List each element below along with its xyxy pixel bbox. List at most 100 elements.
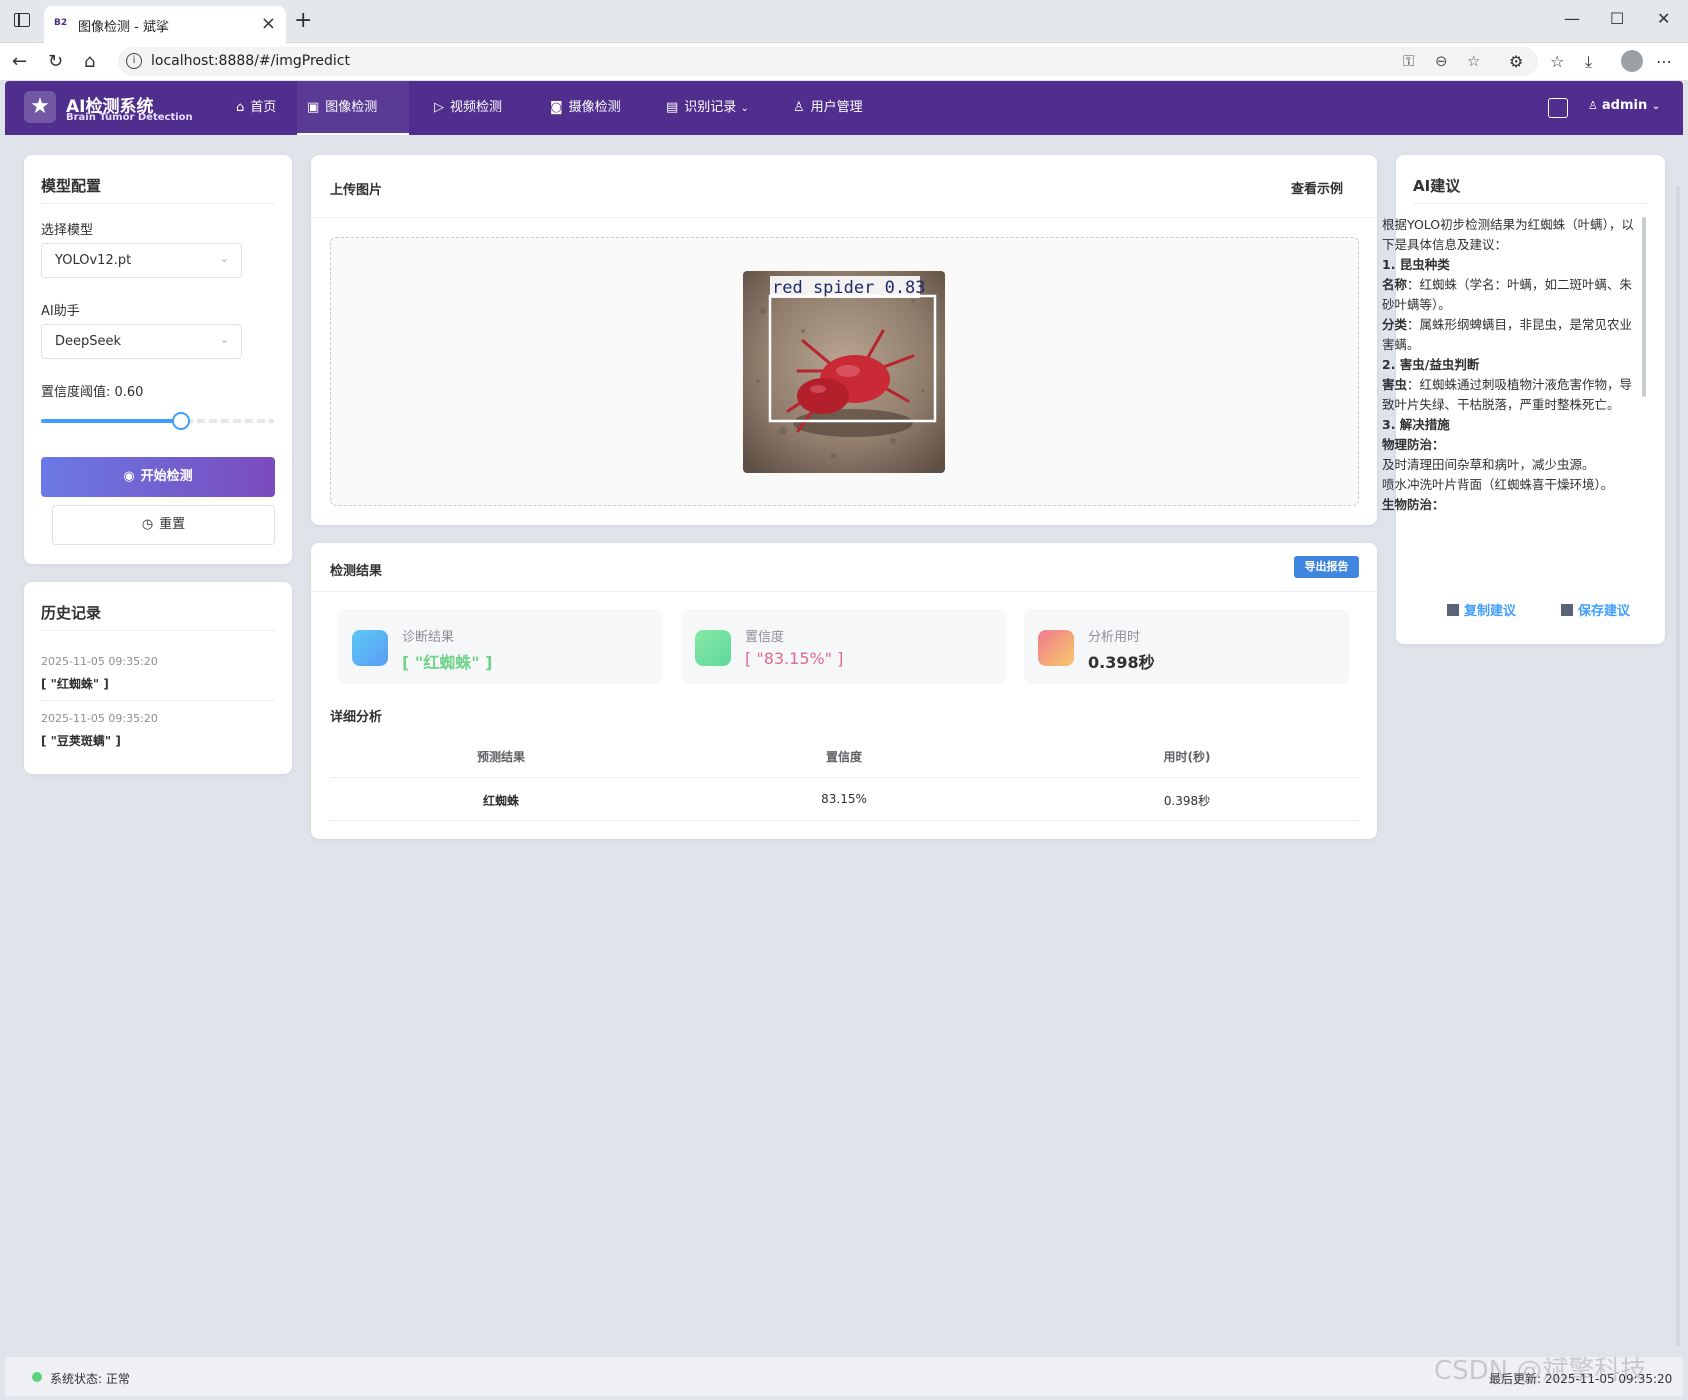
stat-confidence: 置信度 [ "83.15%" ] (681, 609, 1006, 684)
home-icon[interactable]: ⌂ (84, 51, 95, 72)
tab-title: 图像检测 - 斌挲 (78, 20, 169, 35)
window-menu-icon[interactable] (14, 13, 30, 27)
extensions-icon[interactable]: ⚙ (1509, 52, 1523, 71)
menu-users[interactable]: ♙ 用户管理 (783, 81, 873, 135)
fullscreen-icon[interactable] (1548, 98, 1568, 118)
ai-text: ：红蜘蛛（学名：叶螨，如二斑叶螨、朱砂叶螨等）。 (1382, 277, 1633, 312)
divider (41, 700, 275, 701)
maximize-icon[interactable]: ☐ (1610, 9, 1624, 28)
browser-tab-bar: B2 图像检测 - 斌挲 × + — ☐ ✕ (0, 0, 1688, 43)
view-example-link[interactable]: 查看示例 (1291, 178, 1343, 197)
divider (1413, 203, 1647, 204)
ai-advice-scrollbar[interactable] (1642, 217, 1646, 397)
close-window-icon[interactable]: ✕ (1657, 9, 1670, 28)
ai-section-title: 1. 昆虫种类 (1382, 257, 1450, 272)
app-header: ★ AI检测系统 Brain Tumor Detection ⌂ 首页 ▣ 图像检测… (5, 81, 1683, 135)
save-advice-button[interactable]: 保存建议 (1561, 600, 1630, 619)
divider (311, 217, 1377, 218)
ai-subtitle: 生物防治： (1382, 497, 1445, 512)
favorite-star-icon[interactable]: ☆ (1467, 52, 1480, 70)
menu-camera-detect[interactable]: ◙ 摄像检测 (540, 81, 631, 135)
copy-advice-button[interactable]: 复制建议 (1447, 600, 1516, 619)
new-tab-icon[interactable]: + (294, 8, 312, 33)
ai-subtitle: 物理防治： (1382, 437, 1445, 452)
minimize-icon[interactable]: — (1564, 9, 1580, 28)
site-info-icon[interactable]: i (126, 53, 142, 69)
system-status: 系统状态: 正常 (50, 1372, 130, 1386)
ai-text: ：属蛛形纲蜱螨目，非昆虫，是常见农业害螨。 (1382, 317, 1633, 352)
zoom-icon[interactable]: ⊖ (1435, 52, 1448, 70)
menu-records[interactable]: ▤ 识别记录 ⌄ (656, 81, 759, 135)
menu-image-detect[interactable]: ▣ 图像检测 (297, 81, 409, 135)
stat-label: 置信度 (745, 630, 785, 645)
url-field[interactable]: i localhost:8888/#/imgPredict ⚿ ⊖ ☆ (118, 47, 1538, 76)
ai-text: 喷水冲洗叶片背面（红蜘蛛喜干燥环境）。 (1382, 477, 1614, 492)
stat-diagnosis: 诊断结果 [ "红蜘蛛" ] (338, 609, 663, 684)
model-select[interactable]: YOLOv12.pt ⌄ (41, 243, 242, 278)
confidence-slider-thumb[interactable] (171, 412, 190, 430)
start-detect-button[interactable]: ◉ 开始检测 (41, 457, 275, 497)
table-header: 用时(秒) (1163, 750, 1211, 764)
play-icon: ▷ (434, 100, 444, 115)
document-icon: ▤ (666, 100, 679, 115)
back-icon[interactable]: ← (12, 51, 27, 72)
ai-key: 分类 (1382, 317, 1408, 332)
downloads-icon[interactable]: ⤓ (1585, 52, 1592, 72)
ai-advice-content: 根据YOLO初步检测结果为红蜘蛛（叶螨），以下是具体信息及建议： 1. 昆虫种类… (1382, 215, 1635, 575)
save-icon (1561, 604, 1573, 616)
more-icon[interactable]: ⋯ (1656, 52, 1672, 71)
history-title: 历史记录 (41, 604, 102, 622)
stat-time: 分析用时 0.398秒 (1024, 609, 1349, 684)
model-config-card (24, 155, 292, 564)
table-cell: 83.15% (821, 792, 867, 806)
table-header: 置信度 (825, 750, 862, 764)
menu-video-detect[interactable]: ▷ 视频检测 (424, 81, 512, 135)
reload-icon[interactable]: ↻ (48, 51, 63, 72)
stat-label: 分析用时 (1088, 630, 1141, 645)
watermark: CSDN @斌擎科技 (1434, 1356, 1647, 1386)
ai-intro: 根据YOLO初步检测结果为红蜘蛛（叶螨），以下是具体信息及建议： (1382, 217, 1634, 252)
model-select-value: YOLOv12.pt (55, 253, 132, 268)
ai-section-title: 2. 害虫/益虫判断 (1382, 357, 1480, 372)
chevron-down-icon: ⌄ (1651, 101, 1661, 112)
user-icon: ♙ (1588, 99, 1598, 112)
camera-icon: ◙ (550, 100, 563, 115)
page-scrollbar[interactable] (1676, 186, 1680, 1346)
ai-advice-title: AI建议 (1413, 177, 1461, 195)
export-report-button[interactable]: 导出报告 (1294, 556, 1359, 578)
history-item[interactable]: [ "红蜘蛛" ] (41, 675, 109, 692)
close-tab-icon[interactable]: × (261, 13, 276, 34)
browser-tab[interactable]: B2 图像检测 - 斌挲 × (44, 6, 286, 43)
image-icon: ▣ (307, 100, 320, 115)
target-icon: ◉ (123, 469, 135, 484)
ai-section-title: 3. 解决措施 (1382, 417, 1450, 432)
assistant-select[interactable]: DeepSeek ⌄ (41, 324, 242, 359)
url-text: localhost:8888/#/imgPredict (151, 53, 350, 69)
copy-icon (1447, 604, 1459, 616)
history-item[interactable]: [ "豆荚斑螨" ] (41, 732, 121, 749)
chevron-down-icon: ⌄ (219, 333, 229, 346)
star-logo-icon: ★ (24, 91, 56, 123)
model-config-title: 模型配置 (41, 177, 102, 195)
key-icon[interactable]: ⚿ (1403, 52, 1414, 70)
chevron-down-icon: ⌄ (740, 103, 749, 114)
red-spider-photo: red spider 0.83 (743, 271, 945, 473)
menu-home[interactable]: ⌂ 首页 (226, 81, 286, 135)
table-cell: 红蜘蛛 (482, 794, 519, 808)
profile-avatar[interactable] (1621, 50, 1643, 72)
results-title: 检测结果 (330, 564, 383, 579)
divider (330, 777, 1359, 778)
user-menu[interactable]: ♙ admin ⌄ (1588, 98, 1660, 113)
favorites-icon[interactable]: ☆ (1550, 52, 1564, 71)
favicon-icon: B2 (54, 18, 68, 28)
divider (311, 591, 1377, 592)
ai-key: 害虫 (1382, 377, 1408, 392)
address-bar: ← ↻ ⌂ i localhost:8888/#/imgPredict ⚿ ⊖ … (0, 43, 1688, 81)
detection-result-image: red spider 0.83 (743, 271, 945, 473)
status-dot-icon (32, 1372, 42, 1382)
user-icon: ♙ (793, 100, 805, 115)
clock-icon: ◷ (141, 517, 154, 532)
diagnosis-icon (352, 630, 388, 666)
confidence-icon (695, 630, 731, 666)
reset-button[interactable]: ◷ 重置 (52, 505, 275, 545)
